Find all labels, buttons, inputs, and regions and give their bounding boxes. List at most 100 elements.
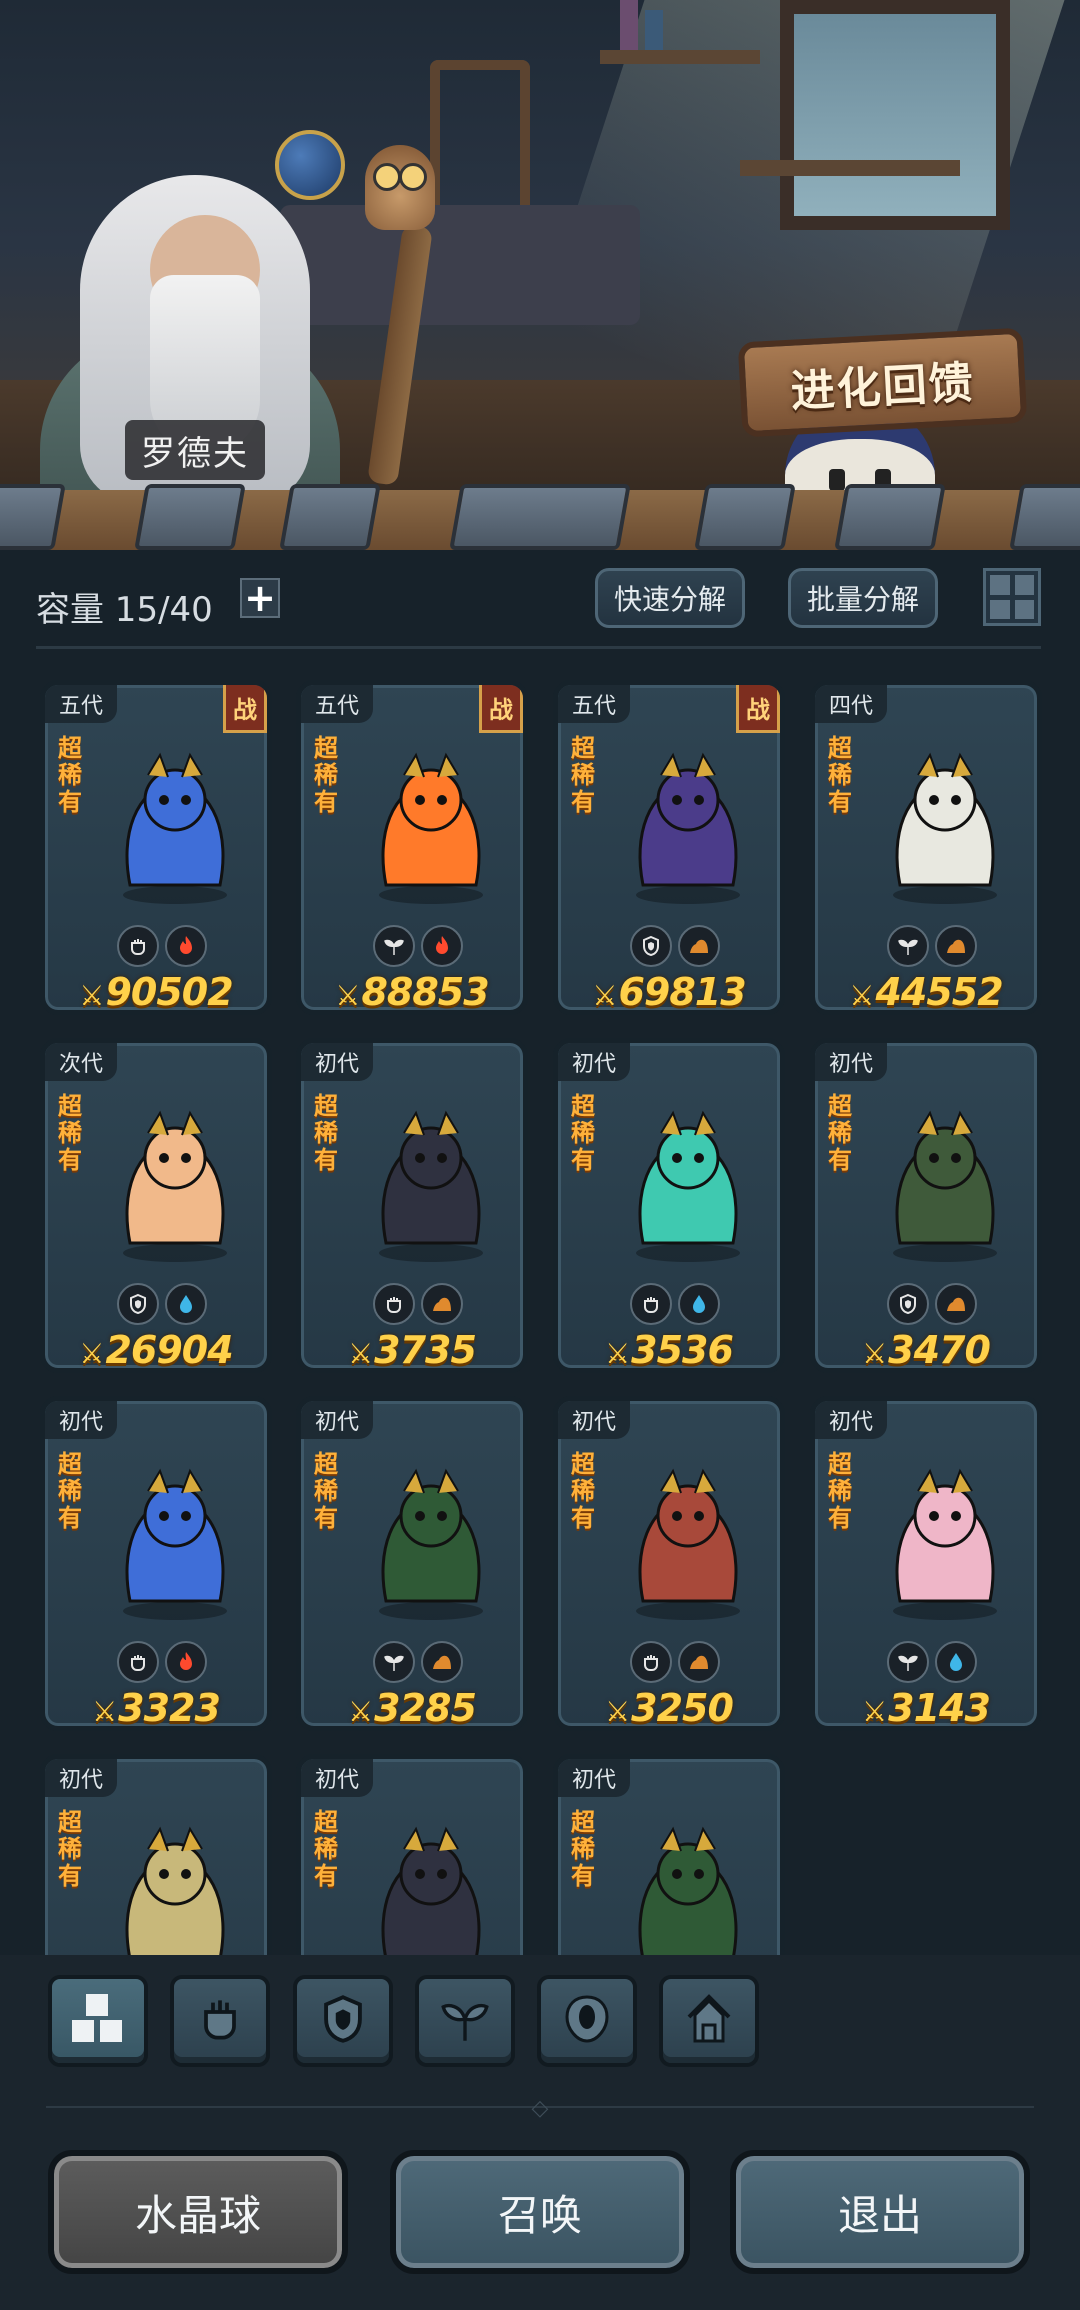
rarity-label: 超稀有 [828,734,852,816]
rail-stone [0,484,66,550]
shield-icon [314,1990,372,2052]
pet-card[interactable]: 初代 超稀有 ⚔3285 [296,1396,528,1731]
pet-card[interactable]: 五代 战超稀有 ⚔69813 [553,680,785,1015]
pet-portrait [613,1819,763,1955]
rarity-label: 超稀有 [58,1808,82,1890]
rail-stone [279,484,381,550]
earth-icon [935,1283,977,1325]
filter-tab-fist[interactable] [170,1975,270,2067]
sword-icon: ⚔ [348,1337,373,1370]
pet-card[interactable]: 初代 超稀有 ⚔3470 [810,1038,1042,1373]
grid-cell [990,599,1010,619]
pet-card[interactable]: 四代超稀有 ⚔44552 [810,680,1042,1015]
filter-tab-all[interactable] [48,1975,148,2067]
filter-tab-alien[interactable] [537,1975,637,2067]
pet-card[interactable]: 初代超稀有 [553,1754,785,1955]
sword-icon: ⚔ [92,1695,117,1728]
generation-badge: 四代 [815,685,888,723]
generation-badge: 五代 [45,685,118,723]
combat-power: ⚔44552 [815,970,1037,1010]
shield-icon [630,925,672,967]
pet-portrait [870,745,1020,910]
combat-power-value: 3323 [118,1686,221,1730]
combat-power-value: 88853 [361,970,489,1014]
combat-power: ⚔88853 [301,970,523,1014]
evolution-reward-button[interactable]: 进化回馈 [737,327,1028,438]
batch-decompose-button[interactable]: 批量分解 [788,568,938,628]
rail-stone [834,484,946,550]
rarity-label: 超稀有 [571,1092,595,1174]
combat-power: ⚔3536 [558,1328,780,1368]
sword-icon: ⚔ [79,979,104,1012]
rarity-label: 超稀有 [828,1450,852,1532]
summon-button[interactable]: 召唤 [390,2150,690,2274]
pet-card[interactable]: 次代 超稀有 ⚔26904 [40,1038,272,1373]
table-illustration [280,205,640,325]
pet-portrait [100,1103,250,1268]
shelf-illustration [740,160,960,176]
fire-icon [421,925,463,967]
fist-icon [630,1283,672,1325]
pet-card[interactable]: 五代 战超稀有 ⚔88853 [296,680,528,1015]
battle-badge: 战 [736,685,780,733]
quick-decompose-button[interactable]: 快速分解 [595,568,745,628]
pet-portrait [356,745,506,910]
rarity-label: 超稀有 [314,1808,338,1890]
combat-power-value: 3735 [374,1328,477,1372]
filter-tab-tower[interactable] [659,1975,759,2067]
pet-portrait [356,1819,506,1955]
pet-card[interactable]: 初代 超稀有 ⚔3735 [296,1038,528,1373]
grid-view-toggle[interactable] [983,568,1041,626]
sword-icon: ⚔ [862,1337,887,1370]
generation-badge: 五代 [558,685,631,723]
shield-icon [887,1283,929,1325]
pet-card[interactable]: 初代 超稀有 ⚔3143 [810,1396,1042,1731]
rarity-label: 超稀有 [571,1450,595,1532]
crystal-ball-button[interactable]: 水晶球 [48,2150,348,2274]
exit-button[interactable]: 退出 [730,2150,1030,2274]
pet-portrait [613,745,763,910]
generation-badge: 初代 [558,1043,631,1081]
rarity-label: 超稀有 [58,1092,82,1174]
pet-card[interactable]: 初代 超稀有 ⚔3250 [553,1396,785,1731]
grid-cell [1014,575,1034,595]
pet-card-grid: 五代战超稀有 ⚔90502 五代战超稀有 ⚔88853 五代战超稀有 ⚔69813 四代 超稀… [0,650,1080,1955]
pet-card[interactable]: 初代 超稀有 ⚔3323 [40,1396,272,1731]
sprout-icon [887,925,929,967]
all-icon [68,1992,128,2050]
expand-capacity-button[interactable]: + [240,578,280,618]
filter-tab-sprout[interactable] [415,1975,515,2067]
pet-card[interactable]: 初代 超稀有 [40,1754,272,1955]
owl-illustration [365,145,435,230]
generation-badge: 初代 [558,1759,631,1797]
rarity-label: 超稀有 [314,1092,338,1174]
rail-stone [694,484,796,550]
capacity-label: 容量 15/40 [36,590,213,630]
rarity-label: 超稀有 [314,1450,338,1532]
globe-illustration [275,130,345,200]
grid-cell [1014,599,1034,619]
combat-power: ⚔26904 [45,1328,267,1368]
shelf-illustration [600,50,760,64]
sprout-icon [887,1641,929,1683]
pet-card[interactable]: 初代 超稀有 [296,1754,528,1955]
pet-card[interactable]: 初代超稀有 ⚔3536 [553,1038,785,1373]
pet-card[interactable]: 五代 战超稀有 ⚔90502 [40,680,272,1015]
combat-power-value: 69813 [618,970,746,1014]
sprout-icon [436,1990,494,2052]
rarity-label: 超稀有 [58,734,82,816]
sprout-icon [373,925,415,967]
combat-power-value: 90502 [105,970,233,1014]
earth-icon [421,1283,463,1325]
rarity-label: 超稀有 [571,1808,595,1890]
filter-tab-shield[interactable] [293,1975,393,2067]
pet-portrait [613,1103,763,1268]
rarity-label: 超稀有 [314,734,338,816]
sword-icon: ⚔ [348,1695,373,1728]
fist-icon [117,925,159,967]
pet-portrait [356,1103,506,1268]
pet-portrait [870,1461,1020,1626]
npc-name-label: 罗德夫 [125,420,265,480]
shield-icon [117,1283,159,1325]
water-icon [165,1283,207,1325]
